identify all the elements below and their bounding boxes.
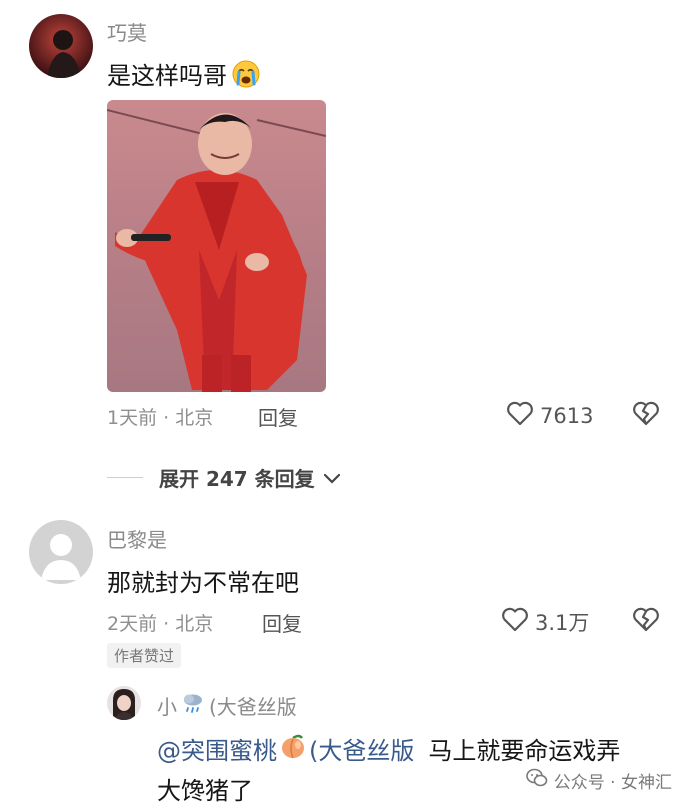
dislike-button[interactable] [632, 606, 660, 636]
reply-username[interactable]: 小 (大爸丝版 [157, 691, 297, 720]
peach-icon [279, 732, 307, 766]
crying-face-emoji [231, 59, 261, 89]
like-button[interactable]: 7613 [506, 400, 593, 431]
rain-cloud-icon [181, 691, 205, 720]
comment-text: 是这样吗哥 [107, 56, 261, 91]
broken-heart-icon [632, 401, 660, 430]
reply-button[interactable]: 回复 [262, 608, 302, 637]
watermark: 公众号 · 女神汇 [525, 768, 672, 793]
wechat-icon [525, 768, 548, 793]
expand-replies-button[interactable]: 展开 247 条回复 [107, 463, 341, 492]
dislike-button[interactable] [632, 400, 660, 430]
author-liked-badge: 作者赞过 [107, 643, 182, 668]
divider-line [107, 477, 143, 478]
timestamp-location: 1天前 · 北京 [107, 407, 214, 429]
reply-avatar[interactable] [107, 686, 141, 720]
comment-image[interactable] [107, 100, 326, 392]
like-count: 7613 [540, 403, 594, 428]
like-button[interactable]: 3.1万 [501, 606, 589, 637]
avatar-default[interactable] [29, 520, 93, 584]
heart-outline-icon [506, 400, 534, 431]
reply-text-line2: 大馋猪了 [157, 777, 253, 805]
comment-username[interactable]: 巧莫 [107, 17, 147, 46]
expand-replies-label: 展开 247 条回复 [159, 467, 315, 491]
broken-heart-icon [632, 607, 660, 636]
comment-username[interactable]: 巴黎是 [107, 524, 167, 553]
avatar[interactable] [29, 14, 93, 78]
comment-text: 那就封为不常在吧 [107, 569, 299, 597]
reply-text-line1: @突围蜜桃 (大爸丝版 马上就要命运戏弄 [157, 731, 620, 766]
mention-link[interactable]: @突围蜜桃 (大爸丝版 [157, 731, 414, 766]
heart-outline-icon [501, 606, 529, 637]
timestamp-location: 2天前 · 北京 [107, 613, 214, 635]
like-count: 3.1万 [535, 610, 590, 635]
chevron-down-icon [323, 466, 341, 490]
reply-button[interactable]: 回复 [258, 402, 298, 431]
watermark-text: 公众号 · 女神汇 [553, 773, 672, 793]
